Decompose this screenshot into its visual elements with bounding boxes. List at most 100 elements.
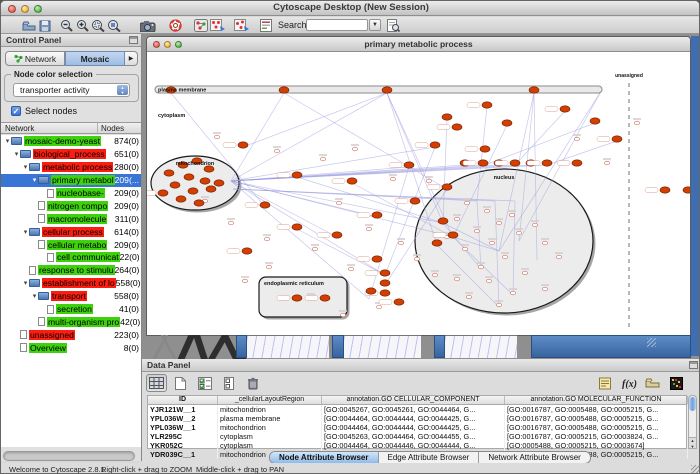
network-node-selected[interactable]: [382, 87, 392, 93]
network-node[interactable]: [478, 265, 483, 269]
network-node-selected[interactable]: [482, 102, 492, 108]
zoom-to-fit-icon[interactable]: [106, 18, 122, 33]
network-node-selected[interactable]: [188, 188, 198, 194]
attribute-editor-icon[interactable]: [594, 374, 615, 392]
table-row[interactable]: YLR295Ccytoplasm[GO:0045263, GO:0044464,…: [148, 432, 686, 441]
network-node-selected[interactable]: [320, 295, 330, 301]
col-cellular-layout-region[interactable]: _cellularLayoutRegion: [218, 396, 322, 404]
network-node[interactable]: [352, 147, 357, 151]
network-node-selected[interactable]: [176, 196, 186, 202]
network-node-selected[interactable]: [238, 142, 248, 148]
network-node[interactable]: [634, 121, 639, 125]
tree-row[interactable]: multi-organism pro42(0): [1, 315, 141, 328]
network-node-selected[interactable]: [292, 295, 302, 301]
open-session-icon[interactable]: [21, 18, 37, 33]
col-id[interactable]: ID: [148, 396, 218, 404]
network-node-selected[interactable]: [683, 187, 690, 193]
window-titlebar[interactable]: Cytoscape Desktop (New Session): [1, 1, 700, 16]
network-node-selected[interactable]: [442, 114, 452, 120]
network-node[interactable]: [340, 313, 345, 317]
network-node[interactable]: [312, 247, 317, 251]
save-session-icon[interactable]: [37, 18, 53, 33]
network-node-selected[interactable]: [442, 184, 452, 190]
tree-row[interactable]: Overview8(0): [1, 341, 141, 354]
network-node[interactable]: [509, 213, 514, 217]
tree-row[interactable]: ▾establishment of lo558(0): [1, 277, 141, 290]
network-node-selected[interactable]: [432, 240, 442, 246]
network-node-selected[interactable]: [404, 162, 414, 168]
network-node-selected[interactable]: [410, 198, 420, 204]
network-node[interactable]: [432, 273, 437, 277]
network-node[interactable]: [542, 241, 547, 245]
network-node[interactable]: [522, 271, 527, 275]
network-node-selected[interactable]: [660, 187, 670, 193]
network-node[interactable]: [366, 227, 371, 231]
network-node[interactable]: [376, 305, 381, 309]
network-node-selected[interactable]: [560, 106, 570, 112]
network-node-selected[interactable]: [372, 212, 382, 218]
network-node[interactable]: [320, 157, 325, 161]
select-attributes-icon[interactable]: [194, 374, 215, 392]
network-node-selected[interactable]: [542, 160, 552, 166]
tab-network[interactable]: Network: [5, 51, 65, 66]
tree-row[interactable]: nitrogen compo209(0): [1, 199, 141, 212]
resize-grip-icon[interactable]: [647, 338, 656, 347]
zoom-selected-region-icon[interactable]: [90, 18, 106, 33]
network-node-selected[interactable]: [279, 87, 289, 93]
import-attributes-icon[interactable]: [642, 374, 663, 392]
network-node[interactable]: [336, 201, 341, 205]
network-node[interactable]: [462, 247, 467, 251]
tree-row[interactable]: nucleobase-209(0): [1, 187, 141, 200]
formula-builder-icon[interactable]: f(x): [618, 374, 639, 392]
zoom-out-icon[interactable]: [58, 18, 74, 33]
network-node-selected[interactable]: [448, 232, 458, 238]
network-node[interactable]: [486, 279, 491, 283]
table-scrollbar-thumb[interactable]: [689, 397, 696, 411]
network-node-selected[interactable]: [529, 87, 539, 93]
network-node-selected[interactable]: [260, 202, 270, 208]
network-canvas[interactable]: plasma membranecytoplasmmitochondrionnuc…: [147, 53, 690, 335]
tree-row[interactable]: ▾primary metabol209(...: [1, 174, 141, 187]
network-node[interactable]: [489, 241, 494, 245]
network-node[interactable]: [542, 287, 547, 291]
control-panel-float-icon[interactable]: [129, 36, 138, 44]
network-node-selected[interactable]: [194, 200, 204, 206]
new-attribute-icon[interactable]: [170, 374, 191, 392]
table-scroll-arrows[interactable]: ▲▼: [688, 437, 697, 449]
network-node-selected[interactable]: [510, 160, 520, 166]
tree-row[interactable]: ▾metabolic process280(0): [1, 161, 141, 174]
tab-node-attribute-browser[interactable]: Node Attribute Browser: [270, 452, 379, 463]
delete-attribute-icon[interactable]: [242, 374, 263, 392]
select-all-rows-icon[interactable]: [146, 374, 167, 392]
tree-row[interactable]: cell communicat22(0): [1, 251, 141, 264]
network-node-selected[interactable]: [242, 248, 252, 254]
network-node[interactable]: [604, 161, 609, 165]
network-node[interactable]: [454, 217, 459, 221]
window-resize-grip-icon[interactable]: [691, 465, 700, 474]
network-node[interactable]: [510, 291, 515, 295]
search-apply-icon[interactable]: [385, 18, 401, 33]
search-input[interactable]: [306, 19, 368, 31]
zoom-in-icon[interactable]: [74, 18, 90, 33]
network-node-selected[interactable]: [292, 224, 302, 230]
network-node-selected[interactable]: [438, 218, 448, 224]
network-node[interactable]: [474, 229, 479, 233]
network-node[interactable]: [398, 241, 403, 245]
network-node-selected[interactable]: [590, 118, 600, 124]
tree-row[interactable]: cellular metabo209(0): [1, 238, 141, 251]
network-node-selected[interactable]: [164, 170, 174, 176]
annotations-icon[interactable]: [258, 18, 274, 33]
unselect-attributes-icon[interactable]: [218, 374, 239, 392]
network-node-selected[interactable]: [394, 299, 404, 305]
table-row[interactable]: YPL036W__2plasma membrane[GO:0044464, GO…: [148, 414, 686, 423]
network-node[interactable]: [414, 257, 419, 261]
network-edge[interactable]: [243, 93, 387, 147]
network-node-selected[interactable]: [452, 124, 462, 130]
search-dropdown-arrow[interactable]: ▼: [369, 19, 381, 31]
network-edge[interactable]: [231, 167, 409, 181]
network-node-selected[interactable]: [502, 120, 512, 126]
help-icon[interactable]: [167, 18, 183, 33]
table-row[interactable]: YPL036W__1mitochondrion[GO:0044464, GO:0…: [148, 423, 686, 432]
network-node[interactable]: [348, 267, 353, 271]
network-node-selected[interactable]: [612, 136, 622, 142]
